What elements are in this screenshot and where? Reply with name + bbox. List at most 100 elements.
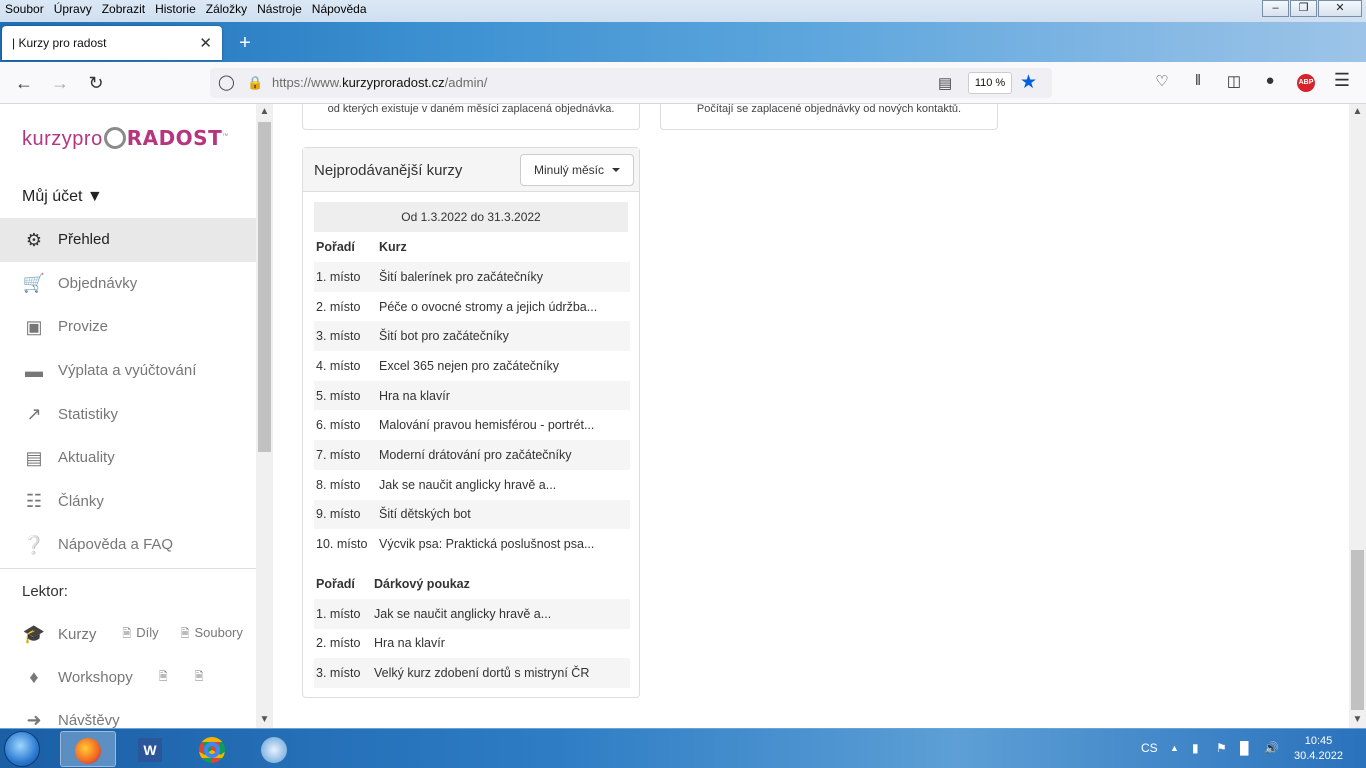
menu-nastroje[interactable]: Nástroje <box>252 0 307 20</box>
network-icon[interactable]: ▮ <box>1192 741 1199 755</box>
bookmark-star-icon[interactable]: ★ <box>1020 71 1037 94</box>
rank-cell: 2. místo <box>316 636 361 651</box>
sidebar-item-statistiky[interactable]: ↗ Statistiky <box>0 392 256 436</box>
menu-upravy[interactable]: Úpravy <box>49 0 97 20</box>
clock[interactable]: 10:45 30.4.2022 <box>1294 734 1343 764</box>
workshop-file-icon[interactable]: 🗎 <box>159 668 173 687</box>
lock-icon[interactable]: 🔒 <box>247 75 263 91</box>
rank-cell: 3. místo <box>314 658 372 688</box>
hamburger-menu-icon[interactable]: ☰ <box>1331 70 1353 91</box>
tab-kurzy-pro-radost[interactable]: | Kurzy pro radost ✕ <box>2 26 222 60</box>
page-scrollbar[interactable]: ▲ ▼ <box>1349 104 1366 728</box>
tab-strip: | Kurzy pro radost ✕ + <box>0 22 1366 62</box>
rank-cell: 7. místo <box>314 440 377 470</box>
sidebar-item-clanky[interactable]: ☷ Články <box>0 480 256 524</box>
sidebar-link-soubory[interactable]: 🗎 Soubory <box>181 625 243 644</box>
action-center-icon[interactable]: ⚑ <box>1216 741 1227 755</box>
messenger-taskbar-icon[interactable] <box>246 731 302 767</box>
table-row: 2. místo Hra na klavír <box>314 629 630 659</box>
clock-time: 10:45 <box>1304 735 1333 747</box>
courses-table: Pořadí Kurz 1. místo Šití balerínek pro z… <box>314 232 630 559</box>
sidebar-scroll-thumb[interactable] <box>258 122 271 452</box>
reload-button[interactable]: ↻ <box>85 72 107 94</box>
back-button[interactable]: ← <box>13 72 35 94</box>
scroll-up-arrow[interactable]: ▲ <box>256 104 273 120</box>
logo-ring-icon <box>103 127 126 149</box>
panel-header: Nejprodávanější kurzy Minulý měsíc <box>303 148 639 192</box>
period-dropdown[interactable]: Minulý měsíc <box>519 154 634 186</box>
shield-icon[interactable]: ◯ <box>218 73 235 91</box>
sidebar-toggle-icon[interactable]: ◫ <box>1223 72 1245 90</box>
column-header: Kurz <box>379 240 407 254</box>
minimize-button[interactable]: ‒ <box>1262 0 1289 17</box>
sidebar-item-workshopy[interactable]: Workshopy <box>58 669 133 686</box>
sidebar-item-navstevy[interactable]: Návštěvy <box>58 712 120 728</box>
sidebar-scrollbar[interactable]: ▲ ▼ <box>256 104 273 728</box>
volume-icon[interactable]: 🔊 <box>1264 741 1279 755</box>
my-account-menu[interactable]: Můj účet ▼ <box>22 188 103 206</box>
new-tab-button[interactable]: + <box>236 32 254 55</box>
pocket-icon[interactable]: ♡ <box>1151 72 1173 90</box>
adblock-plus-icon[interactable]: ABP <box>1297 74 1315 92</box>
scroll-down-arrow[interactable]: ▼ <box>1349 712 1366 728</box>
maximize-button[interactable]: ❐ <box>1290 0 1317 17</box>
sidebar-item-kurzy[interactable]: Kurzy <box>58 626 96 643</box>
rank-cell: 1. místo <box>314 598 372 629</box>
close-window-button[interactable]: ✕ <box>1318 0 1362 17</box>
workshop-document-icon[interactable]: 🗎 <box>195 668 209 687</box>
library-icon[interactable]: ‖ <box>1187 72 1209 89</box>
stat-card-note: Počítají se zaplacené objednávky od nový… <box>696 104 962 115</box>
graduation-cap-icon: 🎓 <box>22 624 46 644</box>
language-indicator[interactable]: CS <box>1141 741 1158 755</box>
sidebar-item-vyplata[interactable]: ▬ Výplata a vyúčtování <box>0 349 256 393</box>
show-hidden-icons[interactable]: ▲ <box>1170 743 1179 753</box>
page-scroll-thumb[interactable] <box>1351 550 1364 710</box>
battery-icon[interactable]: █ <box>1240 741 1249 755</box>
ticket-icon: ♦ <box>29 667 39 687</box>
sidebar-item-objednavky[interactable]: 🛒 Objednávky <box>0 262 256 306</box>
column-header: Pořadí <box>316 240 355 254</box>
sidebar-item-label: Aktuality <box>58 449 115 467</box>
course-name-cell: Jak se naučit anglicky hravě a... <box>372 598 630 629</box>
sidebar-item-prehled[interactable]: ⚙ Přehled <box>0 218 256 262</box>
taskbar: W CS ▲ ▮ ⚑ █ 🔊 10:45 30.4.2022 <box>0 728 1366 768</box>
course-name-cell: Hra na klavír <box>374 636 445 651</box>
course-name-cell: Excel 365 nejen pro začátečníky <box>379 358 559 373</box>
scroll-up-arrow[interactable]: ▲ <box>1349 104 1366 120</box>
chrome-taskbar-icon[interactable] <box>184 731 240 767</box>
site-logo[interactable]: kurzypro RADOST™ <box>22 126 229 151</box>
sidebar-link-dily[interactable]: 🗎 Díly <box>122 625 158 644</box>
menu-zobrazit[interactable]: Zobrazit <box>97 0 150 20</box>
inbox-icon: ▤ <box>25 447 43 468</box>
caret-down-icon <box>612 168 620 172</box>
sidebar-item-aktuality[interactable]: ▤ Aktuality <box>0 436 256 480</box>
table-row: 5. místo Hra na klavír <box>314 380 630 411</box>
document-icon: 🗎 <box>180 628 190 640</box>
stat-card-left: od kterých existuje v daném měsíci zapla… <box>302 104 640 130</box>
column-header: Dárkový poukaz <box>374 576 470 591</box>
sidebar-item-provize[interactable]: ▣ Provize <box>0 305 256 349</box>
firefox-taskbar-icon[interactable] <box>60 731 116 767</box>
word-taskbar-icon[interactable]: W <box>122 731 178 767</box>
start-button[interactable] <box>4 731 40 767</box>
tab-close-icon[interactable]: ✕ <box>199 34 212 52</box>
extension-icon[interactable]: ● <box>1259 72 1281 89</box>
dashboard-icon: ⚙ <box>25 229 43 250</box>
reader-mode-icon[interactable]: ▤ <box>938 74 952 92</box>
rank-cell: 8. místo <box>316 477 361 492</box>
table-row: 10. místo Výcvik psa: Praktická poslušnos… <box>314 529 630 559</box>
table-row: 6. místo Malování pravou hemisférou - por… <box>314 410 630 440</box>
menu-historie[interactable]: Historie <box>150 0 201 20</box>
url-text[interactable]: https://www.kurzyproradost.cz/admin/ <box>272 75 487 90</box>
menu-zalozky[interactable]: Záložky <box>201 0 252 20</box>
sidebar-item-napoveda[interactable]: ❔ Nápověda a FAQ <box>0 523 256 567</box>
menu-napoveda[interactable]: Nápověda <box>307 0 372 20</box>
scroll-down-arrow[interactable]: ▼ <box>256 712 273 728</box>
url-bar[interactable]: ◯ 🔒 https://www.kurzyproradost.cz/admin/… <box>210 68 1052 98</box>
menu-soubor[interactable]: Soubor <box>0 0 49 20</box>
sign-in-icon: ➜ <box>26 710 42 728</box>
sidebar-item-label: Články <box>58 492 104 510</box>
forward-button[interactable]: → <box>49 72 71 94</box>
zoom-level[interactable]: 110 % <box>968 72 1012 94</box>
course-name-cell: Moderní drátování pro začátečníky <box>377 440 630 470</box>
